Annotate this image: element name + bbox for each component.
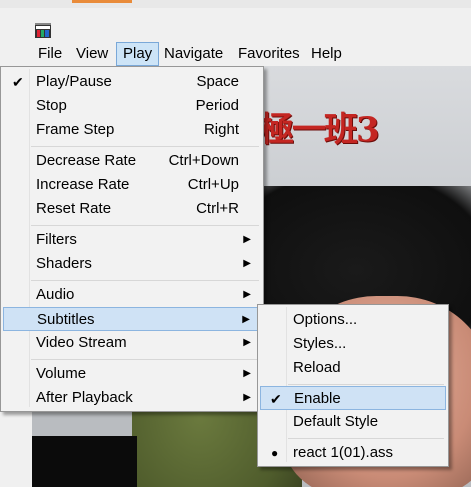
- submenu-arrow-icon: ▶: [243, 368, 251, 379]
- menu-bar: File View Play Navigate Favorites Help: [32, 42, 471, 67]
- title-bar: [0, 8, 471, 40]
- menu-item-volume[interactable]: Volume ▶: [3, 362, 261, 386]
- menu-item-label: Stop: [36, 97, 67, 114]
- menu-item-label: Reload: [293, 359, 341, 376]
- radio-bullet-icon: ●: [271, 446, 279, 460]
- menu-item-after-playback[interactable]: After Playback ▶: [3, 386, 261, 410]
- menu-item-audio[interactable]: Audio ▶: [3, 283, 261, 307]
- submenu-arrow-icon: ▶: [243, 289, 251, 300]
- menu-separator: [288, 438, 444, 439]
- menu-play[interactable]: Play: [116, 42, 160, 66]
- submenu-arrow-icon: ▶: [243, 234, 251, 245]
- menu-item-filters[interactable]: Filters ▶: [3, 228, 261, 252]
- submenu-item-options[interactable]: Options...: [260, 308, 446, 332]
- menu-item-decrease-rate[interactable]: Decrease Rate Ctrl+Down: [3, 149, 261, 173]
- menu-item-label: react 1(01).ass: [293, 444, 394, 461]
- taskbar-tab-accent: [72, 0, 132, 3]
- menu-item-shaders[interactable]: Shaders ▶: [3, 252, 261, 276]
- menu-item-label: Decrease Rate: [36, 152, 137, 169]
- menu-file[interactable]: File: [32, 43, 68, 65]
- menu-item-reset-rate[interactable]: Reset Rate Ctrl+R: [3, 197, 261, 221]
- menu-separator: [31, 225, 259, 226]
- video-letterbox: [32, 436, 137, 487]
- menu-item-label: After Playback: [36, 389, 133, 406]
- menu-item-stop[interactable]: Stop Period: [3, 94, 261, 118]
- menu-item-label: Audio: [36, 286, 75, 303]
- menu-item-frame-step[interactable]: Frame Step Right: [3, 118, 261, 142]
- menu-item-label: Subtitles: [37, 311, 95, 328]
- menu-navigate[interactable]: Navigate: [158, 43, 229, 65]
- menu-item-shortcut: Right: [203, 121, 239, 138]
- top-window-strip: [0, 0, 471, 8]
- menu-separator: [31, 359, 259, 360]
- menu-item-label: Video Stream: [36, 334, 127, 351]
- check-icon: ✔: [270, 391, 282, 407]
- subtitles-submenu: Options... Styles... Reload ✔ Enable Def…: [257, 304, 449, 467]
- submenu-item-reload[interactable]: Reload: [260, 356, 446, 380]
- submenu-arrow-icon: ▶: [242, 314, 250, 325]
- menu-item-label: Reset Rate: [36, 200, 112, 217]
- menu-separator: [288, 384, 444, 385]
- menu-item-shortcut: Ctrl+Up: [187, 176, 239, 193]
- menu-item-video-stream[interactable]: Video Stream ▶: [3, 331, 261, 355]
- menu-item-label: Styles...: [293, 335, 347, 352]
- menu-item-label: Filters: [36, 231, 77, 248]
- menu-separator: [31, 146, 259, 147]
- menu-item-label: Increase Rate: [36, 176, 130, 193]
- menu-item-shortcut: Space: [196, 73, 239, 90]
- submenu-arrow-icon: ▶: [243, 258, 251, 269]
- menu-item-shortcut: Ctrl+Down: [168, 152, 239, 169]
- video-title-overlay: 極一班3: [260, 110, 380, 150]
- menu-view[interactable]: View: [70, 43, 114, 65]
- menu-item-label: Volume: [36, 365, 87, 382]
- menu-item-label: Options...: [293, 311, 358, 328]
- menu-item-subtitles[interactable]: Subtitles ▶: [3, 307, 261, 331]
- menu-item-shortcut: Ctrl+R: [196, 200, 239, 217]
- play-menu: ✔ Play/Pause Space Stop Period Frame Ste…: [0, 66, 264, 412]
- check-icon: ✔: [12, 74, 24, 90]
- submenu-item-subtitle-track[interactable]: ● react 1(01).ass: [260, 441, 446, 465]
- menu-favorites[interactable]: Favorites: [232, 43, 306, 65]
- menu-item-label: Frame Step: [36, 121, 115, 138]
- menu-item-label: Shaders: [36, 255, 92, 272]
- mpc-app-icon: [35, 23, 51, 38]
- submenu-arrow-icon: ▶: [243, 337, 251, 348]
- menu-item-increase-rate[interactable]: Increase Rate Ctrl+Up: [3, 173, 261, 197]
- menu-item-label: Default Style: [293, 413, 379, 430]
- submenu-item-enable[interactable]: ✔ Enable: [260, 386, 446, 410]
- submenu-arrow-icon: ▶: [243, 392, 251, 403]
- submenu-item-default-style[interactable]: Default Style: [260, 410, 446, 434]
- menu-item-play-pause[interactable]: ✔ Play/Pause Space: [3, 70, 261, 94]
- menu-item-label: Enable: [294, 390, 341, 407]
- menu-separator: [31, 280, 259, 281]
- menu-item-shortcut: Period: [195, 97, 239, 114]
- submenu-item-styles[interactable]: Styles...: [260, 332, 446, 356]
- menu-help[interactable]: Help: [305, 43, 348, 65]
- menu-item-label: Play/Pause: [36, 73, 112, 90]
